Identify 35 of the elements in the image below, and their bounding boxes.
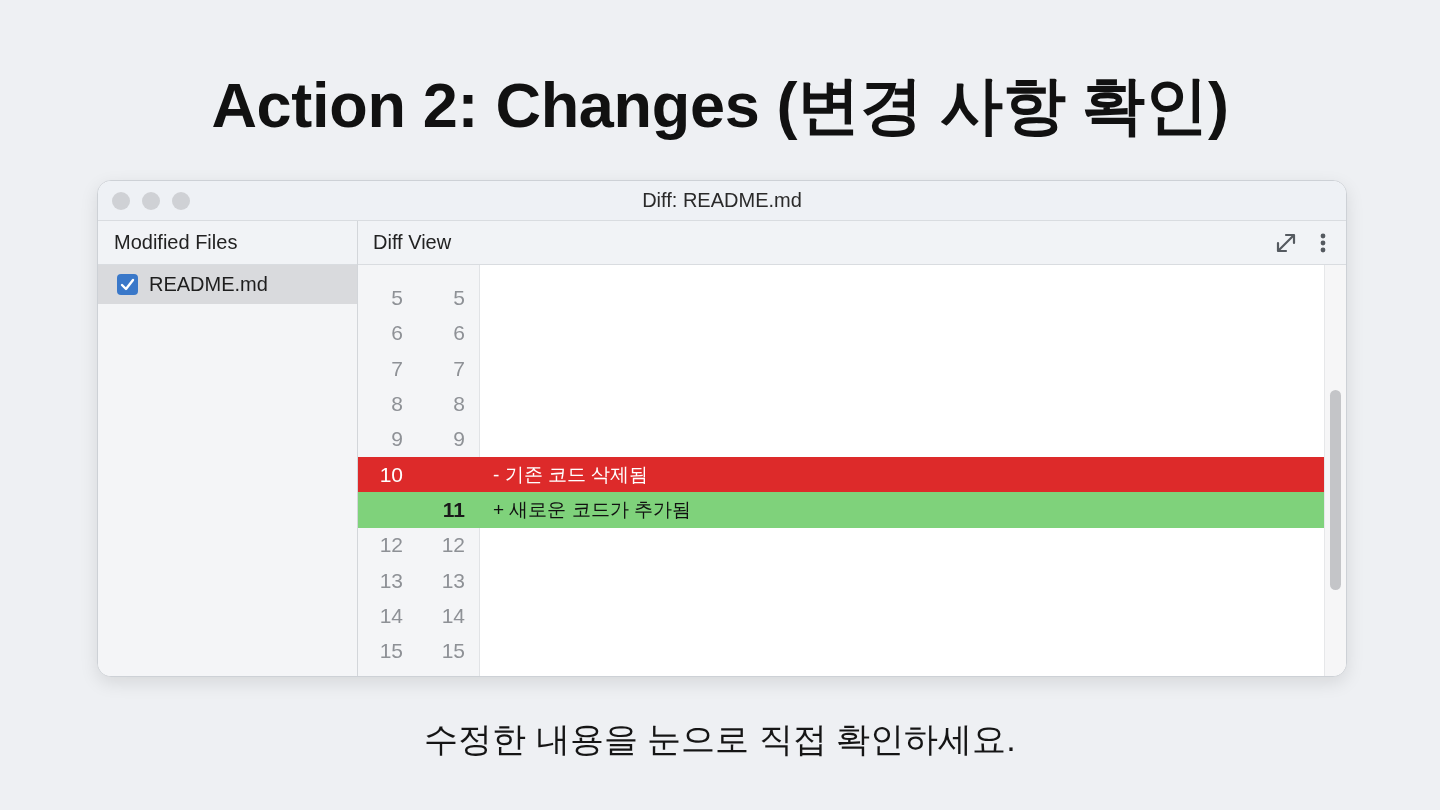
line-number: 5 bbox=[391, 286, 403, 310]
line-number: 9 bbox=[391, 427, 403, 451]
line-number: 5 bbox=[453, 286, 465, 310]
line-number: 13 bbox=[379, 568, 403, 592]
line-number: 8 bbox=[391, 392, 403, 416]
line-number: 7 bbox=[453, 356, 465, 380]
page-title: Action 2: Changes (변경 사항 확인) bbox=[211, 69, 1229, 142]
caption-text: 수정한 내용을 눈으로 직접 확인하세요. bbox=[424, 719, 1016, 760]
line-number: 9 bbox=[453, 427, 465, 451]
line-number: 14 bbox=[441, 603, 465, 627]
line-number: 6 bbox=[453, 321, 465, 345]
line-number: 8 bbox=[453, 392, 465, 416]
window-title: Diff: README.md bbox=[642, 189, 802, 212]
line-number: 12 bbox=[379, 533, 403, 557]
window-control-icon[interactable] bbox=[142, 191, 160, 210]
line-number: 15 bbox=[441, 639, 465, 663]
line-number: 10 bbox=[379, 462, 403, 486]
expand-icon[interactable] bbox=[1275, 231, 1297, 254]
line-number: 7 bbox=[391, 356, 403, 380]
panel-title: Diff View bbox=[373, 231, 452, 254]
line-number: 15 bbox=[379, 639, 403, 663]
window-control-icon[interactable] bbox=[112, 191, 130, 210]
checkbox[interactable] bbox=[117, 274, 138, 295]
line-number: 13 bbox=[441, 568, 465, 592]
line-number: 12 bbox=[441, 533, 465, 557]
vertical-dots-icon[interactable] bbox=[1320, 232, 1326, 253]
sidebar-title: Modified Files bbox=[114, 231, 238, 254]
line-number: 6 bbox=[391, 321, 403, 345]
window-control-icon[interactable] bbox=[172, 191, 190, 210]
line-number: 14 bbox=[379, 603, 403, 627]
code-text: + 새로운 코드가 추가됨 bbox=[493, 497, 691, 522]
file-list-item[interactable]: README.md bbox=[98, 265, 357, 304]
code-text: - 기존 코드 삭제됨 bbox=[493, 462, 649, 487]
line-number: 11 bbox=[442, 497, 465, 521]
scrollbar-thumb[interactable] bbox=[1330, 390, 1341, 590]
